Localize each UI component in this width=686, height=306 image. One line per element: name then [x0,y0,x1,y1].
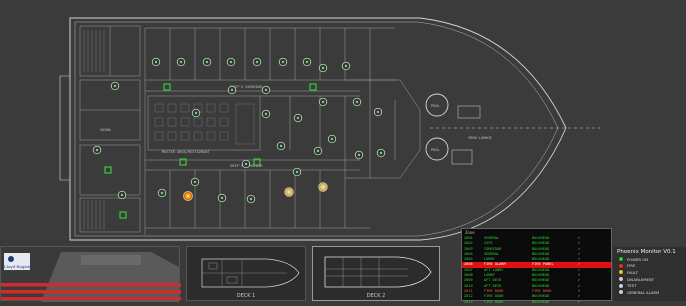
smoke-detector-normal[interactable] [261,85,271,95]
smoke-detector-normal[interactable] [151,57,161,67]
smoke-detector-normal[interactable] [226,57,236,67]
status-dot-icon [619,290,623,295]
status-dot-icon [619,270,623,275]
status-legend: Phoenix Monitor V0.1 POWER ON FIRE FAULT DI… [613,247,686,301]
smoke-detector-normal[interactable] [190,177,200,187]
smoke-detector-fault[interactable] [284,187,294,197]
smoke-detector-normal[interactable] [352,97,362,107]
sauna-label: SAUNA [100,128,112,132]
smoke-detector-normal[interactable] [292,167,302,177]
crew-lounge-label: CREW LOUNGE [468,136,492,140]
smoke-detector-normal[interactable] [202,57,212,67]
deck-1-mini-plan [201,258,300,288]
deck-thumbnail-2[interactable]: DECK 2 [312,246,440,301]
smoke-detector-normal[interactable] [354,150,364,160]
legend-list: POWER ON FIRE FAULT DISABLEMENT TEST GENERAL … [613,256,686,296]
deck-1-label: DECK 1 [236,293,256,299]
smoke-detector-normal[interactable] [246,194,256,204]
legend-item: POWER ON [613,256,686,263]
deck-2-mini-plan [324,256,432,288]
company-banner: Lloyd Register [0,246,181,302]
legend-item: FAULT [613,269,686,276]
app-title: Phoenix Monitor V0.1 [617,249,676,255]
event-panel-title: Zone [465,230,475,235]
deck-2-label: DECK 2 [366,293,386,299]
event-row[interactable]: 2613 FIRE DOOR BULKHEAD ✓ [462,300,611,305]
acknowledge-check-icon[interactable]: ✓ [574,300,584,305]
pool-label-port: POOL [431,104,440,108]
legend-label: TEST [627,283,637,289]
status-dot-icon [619,283,623,288]
event-location: BULKHEAD [532,299,550,304]
status-dot-icon [619,257,623,262]
smoke-detector-fault[interactable] [318,182,328,192]
smoke-detector-normal[interactable] [117,190,127,200]
smoke-detector-normal[interactable] [157,188,167,198]
smoke-detector-normal[interactable] [110,81,120,91]
smoke-detector-normal[interactable] [376,148,386,158]
smoke-detector-normal[interactable] [261,109,271,119]
legend-item: GENERAL ALARM [613,289,686,296]
legend-label: FIRE [627,263,636,269]
legend-label: POWER ON [627,256,649,262]
smoke-detector-normal[interactable] [293,113,303,123]
smoke-detector-normal[interactable] [302,57,312,67]
smoke-detector-fire[interactable] [183,191,193,201]
deck-plan: SHIP'S CORRIDOR SHIP'S CORRIDOR MUSTER A… [0,0,686,245]
company-logo-text: Lloyd Register [4,264,34,269]
event-id: 2613 [464,299,473,304]
legend-item: DISABLEMENT [613,276,686,283]
smoke-detector-normal[interactable] [176,57,186,67]
status-dot-icon [619,277,623,282]
smoke-detector-normal[interactable] [227,85,237,95]
deck-thumbnail-1[interactable]: DECK 1 [186,246,306,301]
legend-label: DISABLEMENT [627,276,655,282]
smoke-detector-normal[interactable] [92,145,102,155]
status-dot-icon [619,263,623,268]
smoke-detector-normal[interactable] [318,97,328,107]
smoke-detector-normal[interactable] [191,108,201,118]
deck-thumbnail-bar: Lloyd Register DECK 1 DECK 2 [0,246,460,302]
smoke-detector-normal[interactable] [373,107,383,117]
legend-label: FAULT [627,269,639,275]
smoke-detector-normal[interactable] [217,193,227,203]
ship-banner-graphic [1,252,181,302]
legend-item: TEST [613,282,686,289]
smoke-detector-normal[interactable] [241,159,251,169]
pool-label-starboard: POOL [431,148,440,152]
smoke-detector-normal[interactable] [276,141,286,151]
smoke-detector-normal[interactable] [313,146,323,156]
muster-area-label: MUSTER AREA/RESTAURANT [162,150,210,154]
smoke-detector-normal[interactable] [278,57,288,67]
legend-item: FIRE [613,263,686,270]
smoke-detector-normal[interactable] [341,61,351,71]
event-description: FIRE DOOR [484,299,504,304]
smoke-detector-normal[interactable] [252,57,262,67]
smoke-detector-normal[interactable] [318,63,328,73]
legend-label: GENERAL ALARM [627,289,660,295]
event-list: 2601 GENERAL BULKHEAD ✓ 2602 CAFE BULKHEAD ✓ 260… [462,236,611,305]
smoke-detector-normal[interactable] [327,134,337,144]
alarm-event-panel: Zone 2601 GENERAL BULKHEAD ✓ 2602 CAFE BULKHEA… [461,228,612,304]
